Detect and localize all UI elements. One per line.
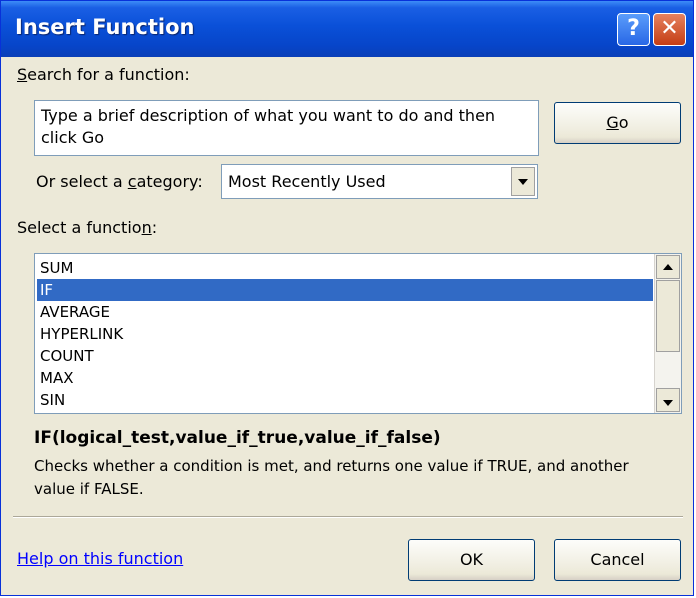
help-on-function-link[interactable]: Help on this function — [17, 549, 183, 568]
category-selected-value: Most Recently Used — [228, 172, 386, 191]
go-button-text: o — [618, 113, 629, 132]
dialog-title: Insert Function — [15, 15, 195, 39]
help-button[interactable]: ? — [617, 13, 650, 46]
scroll-down-button[interactable] — [656, 388, 680, 412]
category-label: Or select a category: — [36, 172, 203, 191]
function-item-sin[interactable]: SIN — [37, 389, 653, 411]
go-button-accel: G — [606, 113, 619, 132]
scroll-thumb[interactable] — [656, 280, 680, 352]
function-syntax: IF(logical_test,value_if_true,value_if_f… — [34, 428, 441, 448]
close-button[interactable]: ✕ — [653, 13, 686, 46]
chevron-down-icon — [663, 400, 673, 406]
function-list-label-accel: n — [141, 218, 152, 237]
search-label-text: earch for a function: — [27, 65, 190, 84]
function-item-if[interactable]: IF — [37, 279, 653, 301]
category-label-after: ategory: — [136, 172, 203, 191]
function-item-count[interactable]: COUNT — [37, 345, 653, 367]
function-list-label-after: : — [151, 218, 158, 237]
ok-button[interactable]: OK — [408, 539, 535, 581]
insert-function-dialog: Insert Function ? ✕ Search for a functio… — [0, 0, 694, 596]
category-label-before: Or select a — [36, 172, 128, 191]
category-select[interactable]: Most Recently Used — [221, 164, 538, 199]
divider — [13, 516, 683, 518]
scroll-up-button[interactable] — [656, 255, 680, 279]
category-dropdown-button[interactable] — [511, 167, 535, 196]
function-item-max[interactable]: MAX — [37, 367, 653, 389]
category-label-accel: c — [127, 172, 137, 191]
search-label-accel: S — [17, 65, 28, 84]
function-description: Checks whether a condition is met, and r… — [34, 457, 629, 498]
function-item-hyperlink[interactable]: HYPERLINK — [37, 323, 653, 345]
search-label: Search for a function: — [17, 65, 190, 84]
close-icon: ✕ — [660, 16, 679, 41]
go-button[interactable]: Go — [554, 102, 681, 144]
title-bar[interactable]: Insert Function ? ✕ — [1, 1, 693, 57]
cancel-button[interactable]: Cancel — [554, 539, 681, 581]
function-list-label-before: Select a functio — [17, 218, 142, 237]
chevron-down-icon — [518, 179, 528, 185]
function-item-average[interactable]: AVERAGE — [37, 301, 653, 323]
function-listbox[interactable]: SUM IF AVERAGE HYPERLINK COUNT MAX SIN — [34, 253, 682, 414]
chevron-up-icon — [663, 264, 673, 270]
function-list-label: Select a function: — [17, 218, 157, 237]
question-mark-icon: ? — [627, 16, 640, 41]
function-item-sum[interactable]: SUM — [37, 257, 653, 279]
function-list-scrollbar[interactable] — [654, 254, 681, 413]
search-input[interactable]: Type a brief description of what you wan… — [34, 100, 539, 156]
